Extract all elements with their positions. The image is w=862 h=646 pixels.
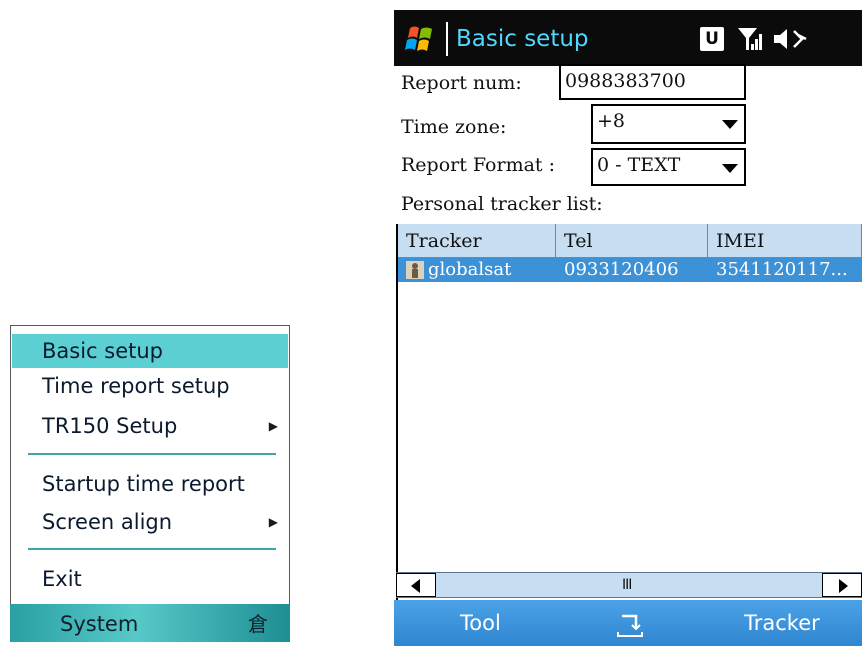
volume-icon[interactable] [772,25,808,53]
tracker-list[interactable]: Tracker Tel IMEI globalsat 0933120406 35… [396,224,862,600]
report-num-label: Report num: [401,72,522,94]
scroll-thumb-grip[interactable]: III [622,573,632,597]
menu-item-screen-align[interactable]: Screen align ▶ [12,505,288,539]
submenu-arrow-icon: ▶ [268,515,278,529]
menu-divider [28,548,276,550]
signal-icon[interactable] [736,25,762,53]
person-tracker-icon [406,261,424,279]
title-bar: Basic setup U [394,10,862,66]
column-header-label: IMEI [716,230,765,252]
column-header-label: Tel [564,230,593,252]
menu-item-time-report-setup[interactable]: Time report setup [12,369,288,403]
left-arrow-icon [411,579,420,593]
time-zone-value: +8 [597,110,626,132]
menu-item-tr150-setup[interactable]: TR150 Setup ▶ [12,409,288,443]
keyboard-icon[interactable]: 倉 [248,604,268,644]
softkey-bar: Tool Tracker [394,600,862,646]
right-arrow-icon [839,579,848,593]
menu-item-label: Basic setup [42,339,164,363]
menu-item-label: Screen align [42,510,173,534]
horizontal-scrollbar[interactable]: III [396,572,862,598]
cell-imei: 3541120117... [716,259,848,280]
windows-start-icon[interactable] [402,24,438,54]
submenu-arrow-icon: ▶ [268,419,278,433]
report-num-input[interactable]: 0988383700 [559,64,746,100]
status-u-icon: U [700,27,724,51]
menu-item-basic-setup[interactable]: Basic setup [12,334,288,368]
softkey-bar-left: System 倉 [10,604,290,642]
softkey-tracker[interactable]: Tracker [744,600,820,646]
tracker-list-label: Personal tracker list: [401,193,603,215]
dropdown-arrow-icon [722,164,738,173]
time-zone-label: Time zone: [401,116,507,138]
cell-tracker: globalsat [428,259,512,280]
softkey-system[interactable]: System [60,604,138,644]
menu-item-exit[interactable]: Exit [12,562,288,596]
report-format-select[interactable]: 0 - TEXT [591,148,746,186]
context-menu: Basic setup Time report setup TR150 Setu… [10,325,290,640]
title-divider [446,22,448,56]
cell-tel: 0933120406 [564,259,679,280]
menu-divider [28,453,276,455]
keyboard-input-icon[interactable] [616,610,644,638]
scroll-right-button[interactable] [822,573,862,597]
table-row[interactable]: globalsat 0933120406 3541120117... [398,258,862,282]
softkey-tool[interactable]: Tool [460,600,501,646]
time-zone-select[interactable]: +8 [591,104,746,144]
column-header-label: Tracker [406,230,482,252]
menu-item-startup-time-report[interactable]: Startup time report [12,467,288,501]
dropdown-arrow-icon [722,120,738,129]
report-num-value: 0988383700 [565,70,686,92]
menu-item-label: TR150 Setup [42,414,178,438]
report-format-label: Report Format : [401,154,555,176]
menu-item-label: Exit [42,567,82,591]
column-header-tel[interactable]: Tel [556,224,708,258]
scroll-left-button[interactable] [396,573,436,597]
page-title: Basic setup [456,26,589,52]
column-header-tracker[interactable]: Tracker [398,224,556,258]
column-header-imei[interactable]: IMEI [708,224,862,258]
report-format-value: 0 - TEXT [597,154,681,176]
menu-item-label: Time report setup [42,374,230,398]
menu-item-label: Startup time report [42,472,245,496]
